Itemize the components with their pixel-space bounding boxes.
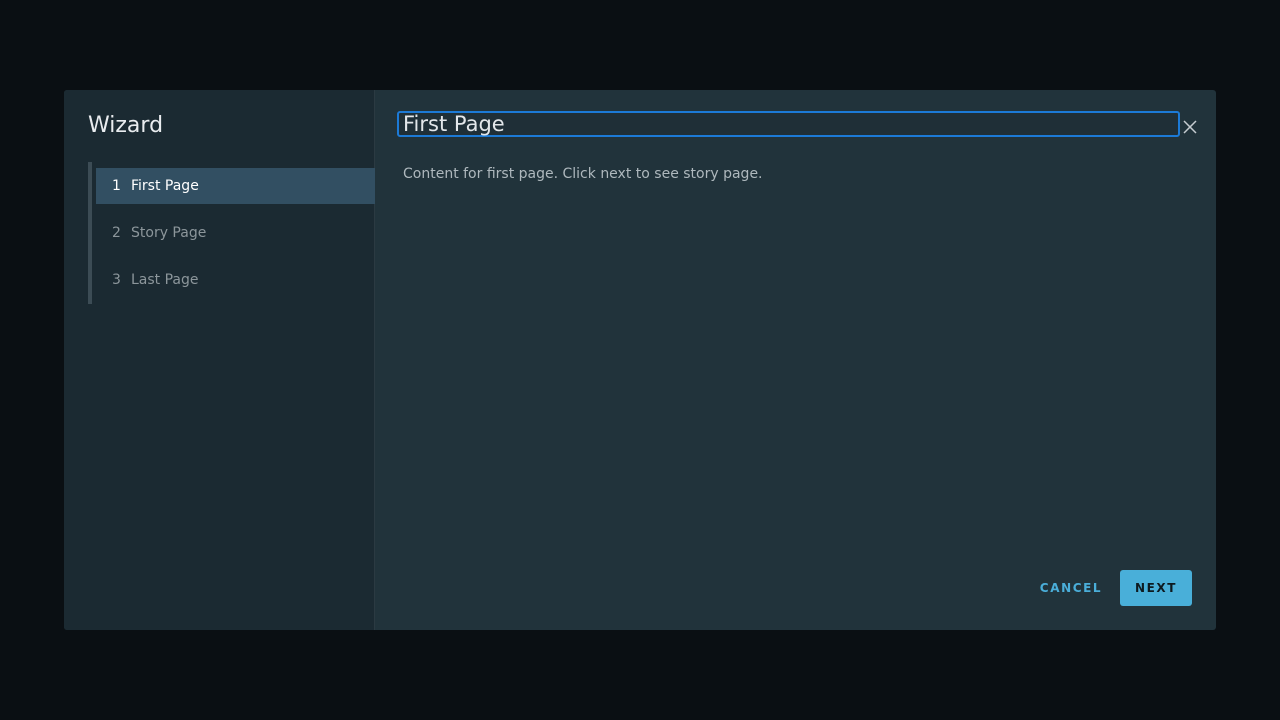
page-title[interactable]: First Page	[397, 111, 1180, 137]
step-label: Story Page	[131, 225, 207, 241]
wizard-title: Wizard	[88, 113, 164, 138]
wizard-content-area: First Page Content for first page. Click…	[375, 90, 1216, 630]
wizard-step-list: 1 First Page 2 Story Page 3 Last Page	[88, 162, 375, 304]
page-content: Content for first page. Click next to se…	[403, 166, 763, 182]
step-number: 3	[112, 272, 121, 288]
close-button[interactable]	[1182, 119, 1198, 135]
step-first-page[interactable]: 1 First Page	[96, 168, 375, 204]
step-label: First Page	[131, 178, 199, 194]
wizard-modal: Wizard 1 First Page 2 Story Page 3 Last …	[64, 90, 1216, 630]
step-label: Last Page	[131, 272, 199, 288]
wizard-sidenav: Wizard 1 First Page 2 Story Page 3 Last …	[64, 90, 375, 630]
step-last-page[interactable]: 3 Last Page	[96, 262, 375, 298]
close-icon	[1183, 120, 1197, 134]
cancel-button[interactable]: CANCEL	[1027, 570, 1115, 606]
next-button[interactable]: NEXT	[1120, 570, 1192, 606]
step-story-page[interactable]: 2 Story Page	[96, 215, 375, 251]
step-number: 1	[112, 178, 121, 194]
step-number: 2	[112, 225, 121, 241]
